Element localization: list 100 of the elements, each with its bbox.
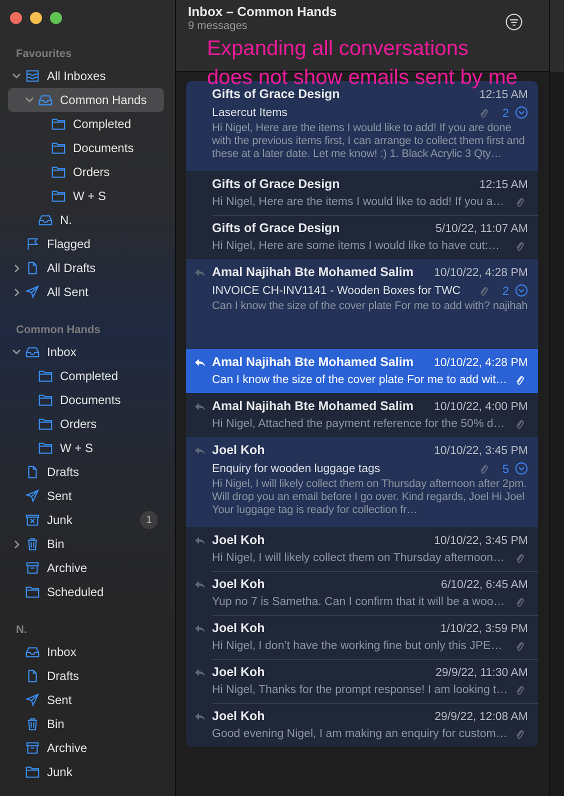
sender-name: Joel Koh (212, 709, 265, 723)
message-date: 12:15 AM (479, 89, 528, 101)
inbox-icon (25, 645, 40, 659)
sender-name: Gifts of Grace Design (212, 177, 340, 191)
message-date: 10/10/22, 4:28 PM (434, 357, 528, 369)
sidebar-item[interactable]: Documents (8, 136, 164, 160)
sidebar-item[interactable]: All Drafts (8, 256, 164, 280)
message-subject: Lasercut Items (212, 106, 288, 118)
unread-count-badge: 1 (140, 511, 158, 529)
sender-name: Gifts of Grace Design (212, 87, 340, 101)
close-window-button[interactable] (10, 12, 22, 24)
sidebar-item[interactable]: Common Hands (8, 88, 164, 112)
sidebar-item[interactable]: Bin (8, 532, 164, 556)
sidebar-item[interactable]: N. (8, 208, 164, 232)
sender-name: Gifts of Grace Design (212, 221, 340, 235)
expand-chevron-icon[interactable] (515, 106, 528, 119)
message-preview: Yup no 7 is Sametha. Can I confirm that it will be a woo… (212, 596, 505, 608)
sidebar-item[interactable]: W + S (8, 436, 164, 460)
trash-icon (25, 537, 40, 551)
message-preview: Can I know the size of the cover plate For me to add wit… (212, 374, 508, 386)
sidebar-item[interactable]: Archive (8, 556, 164, 580)
annotation-text: does not show emails sent by me (207, 65, 518, 89)
message-date: 10/10/22, 4:28 PM (434, 267, 528, 279)
folder-icon (38, 369, 53, 383)
expand-chevron-icon[interactable] (515, 462, 528, 475)
message-date: 10/10/22, 3:45 PM (434, 445, 528, 457)
sidebar-item[interactable]: Orders (8, 412, 164, 436)
mailbox-title: Inbox – Common Hands (188, 4, 337, 20)
conversation-item[interactable] (186, 437, 538, 527)
folder-icon (51, 165, 66, 179)
folder-icon (38, 417, 53, 431)
message-item[interactable]: Joel Koh 29/9/22, 12:08 AM Good evening Nigel, I am making an enquiry for custom… (186, 703, 538, 747)
message-subject: INVOICE CH-INV1141 - Wooden Boxes for TWC (212, 284, 461, 296)
sidebar-item[interactable]: Sent (8, 484, 164, 508)
message-date: 5/10/22, 11:07 AM (436, 223, 528, 235)
folder-icon (25, 765, 40, 779)
thread-count: 2 (502, 284, 509, 298)
folder-icon (51, 117, 66, 131)
message-count: 9 messages (188, 20, 248, 33)
message-preview: Hi Nigel, Thanks for the prompt response! I am looking t… (212, 684, 508, 696)
sender-name: Amal Najihah Bte Mohamed Salim (212, 355, 414, 369)
sidebar-item[interactable]: Completed (8, 364, 164, 388)
paper-plane-icon (25, 489, 40, 503)
archive-icon (25, 561, 40, 575)
document-icon (25, 465, 40, 479)
sidebar-item[interactable]: Junk 1 (8, 508, 164, 532)
sender-name: Joel Koh (212, 577, 265, 591)
chevron-right-icon[interactable] (14, 288, 20, 296)
expand-chevron-icon[interactable] (515, 284, 528, 297)
message-preview: Can I know the size of the cover plate For me to add with? najihah (212, 300, 528, 313)
message-date: 29/9/22, 11:30 AM (436, 667, 528, 679)
thread-count: 5 (502, 462, 509, 476)
conversation-item[interactable]: Amal Najihah Bte Mohamed Salim 10/10/22, 4:28 PM INVOICE CH-INV1141 - Wooden Boxes for TWC 2 Can I know the size of the cover plate For me to add with? najihah (186, 259, 538, 349)
document-icon (25, 669, 40, 683)
folder-icon (51, 141, 66, 155)
chevron-down-icon[interactable] (12, 73, 21, 79)
sidebar-item[interactable]: Flagged (8, 232, 164, 256)
message-preview: Hi Nigel, Here are the items I would like to add! If you a… (212, 196, 504, 208)
flag-icon (25, 237, 40, 251)
sender-name: Amal Najihah Bte Mohamed Salim (212, 265, 414, 279)
filter-icon[interactable] (505, 13, 523, 31)
sidebar-item[interactable]: Documents (8, 388, 164, 412)
chevron-down-icon[interactable] (12, 349, 21, 355)
section-header: N. (15, 623, 28, 638)
sidebar-item[interactable]: Archive (8, 736, 164, 760)
thread-count: 2 (502, 106, 509, 120)
sidebar-item[interactable]: Orders (8, 160, 164, 184)
archive-icon (25, 741, 40, 755)
sender-name: Amal Najihah Bte Mohamed Salim (212, 399, 414, 413)
sidebar-item[interactable]: All Sent (8, 280, 164, 304)
chevron-right-icon[interactable] (14, 264, 20, 272)
sidebar-item[interactable]: W + S (8, 184, 164, 208)
sidebar-item[interactable]: Sent (8, 688, 164, 712)
sidebar-item[interactable]: Junk (8, 760, 164, 784)
zoom-window-button[interactable] (50, 12, 62, 24)
junk-icon (25, 513, 40, 527)
message-date: 10/10/22, 3:45 PM (434, 535, 528, 547)
sender-name: Joel Koh (212, 443, 265, 457)
inbox-icon (25, 345, 40, 359)
sidebar-item[interactable]: Drafts (8, 664, 164, 688)
sidebar-item[interactable]: Inbox (8, 640, 164, 664)
chevron-right-icon[interactable] (14, 540, 20, 548)
message-item[interactable]: Amal Najihah Bte Mohamed Salim 10/10/22, 4:28 PM Can I know the size of the cover plate For me to add wit… (186, 349, 538, 393)
message-preview: Good evening Nigel, I am making an enquiry for custom… (212, 728, 508, 740)
annotation-text: Expanding all conversations (207, 36, 468, 62)
sidebar-item[interactable]: All Inboxes (8, 64, 164, 88)
sidebar-item[interactable]: Drafts (8, 460, 164, 484)
trash-icon (25, 717, 40, 731)
message-preview: Hi Nigel, I don’t have the working fine but only this JPE… (212, 640, 502, 652)
message-subject: Enquiry for wooden luggage tags (212, 462, 380, 474)
minimize-window-button[interactable] (30, 12, 42, 24)
sidebar-item[interactable]: Inbox (8, 340, 164, 364)
paper-plane-icon (25, 693, 40, 707)
inboxes-icon (25, 69, 40, 83)
chevron-down-icon[interactable] (25, 97, 34, 103)
sender-name: Joel Koh (212, 665, 265, 679)
sidebar-item[interactable]: Completed (8, 112, 164, 136)
message-date: 1/10/22, 3:59 PM (440, 623, 528, 635)
sidebar-item[interactable]: Bin (8, 712, 164, 736)
sidebar-item[interactable]: Scheduled (8, 580, 164, 604)
